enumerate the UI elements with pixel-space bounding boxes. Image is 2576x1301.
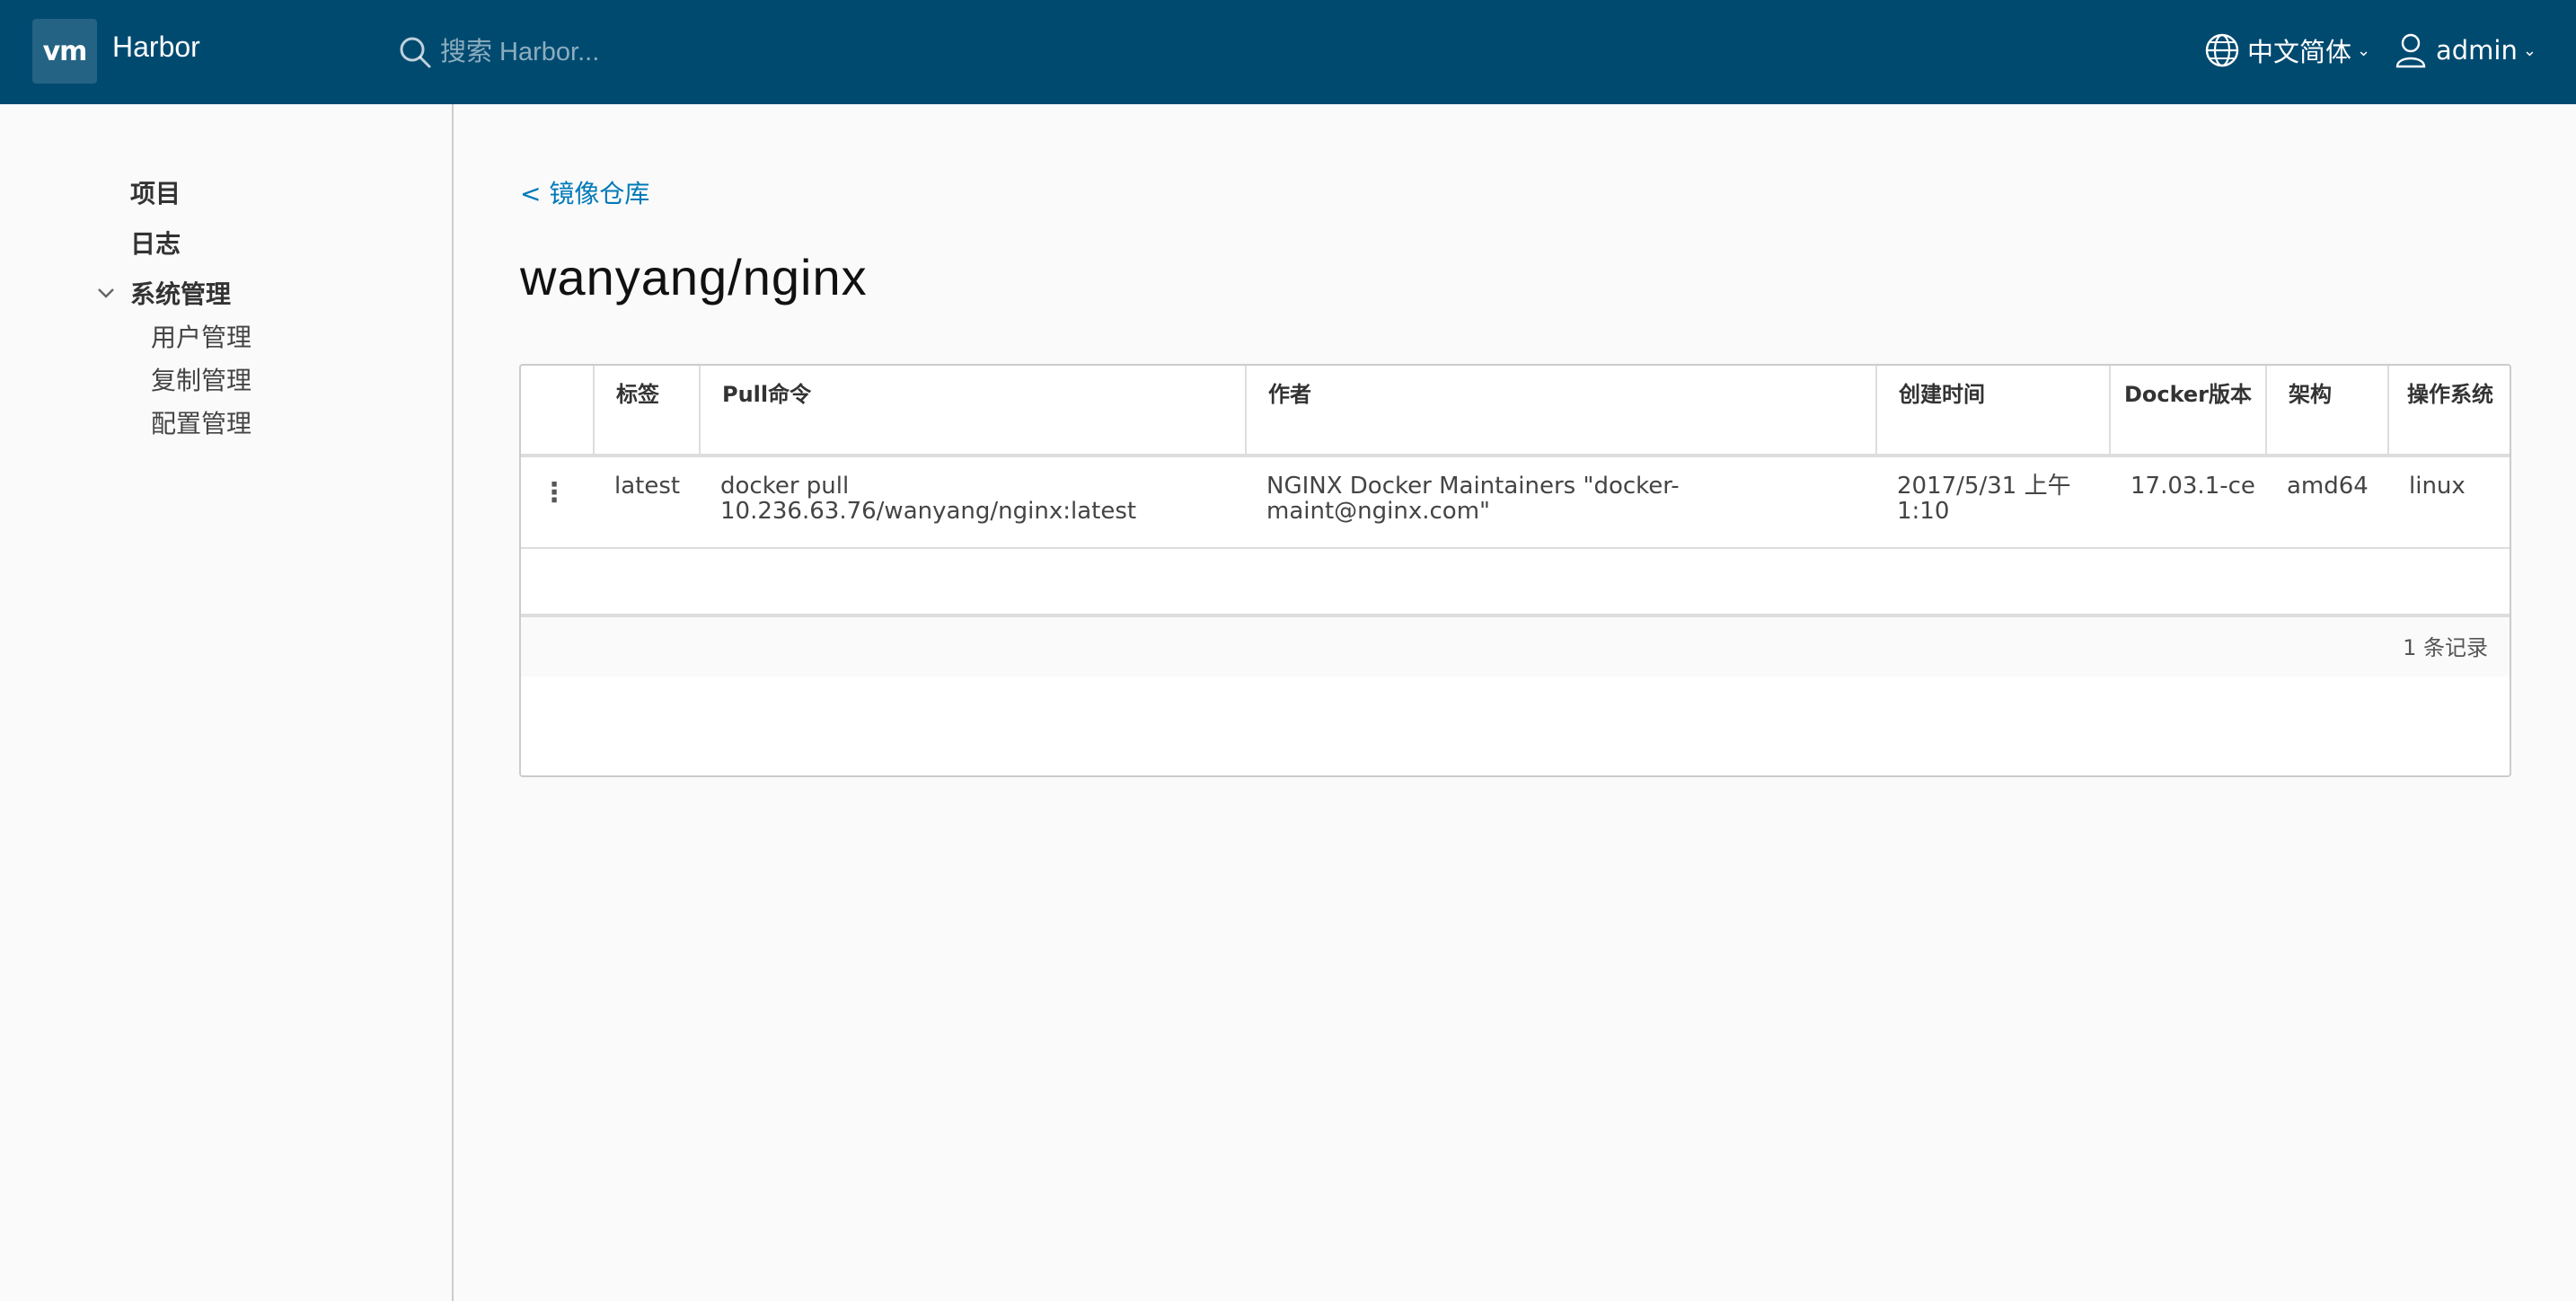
globe-icon (2205, 33, 2239, 67)
search-icon (400, 37, 431, 68)
cell-architecture: amd64 (2287, 473, 2369, 500)
user-icon (2395, 33, 2426, 68)
cell-os: linux (2409, 473, 2466, 500)
column-header-label: Pull命令 (722, 382, 812, 407)
cell-docker-version: 17.03.1-ce (2130, 473, 2255, 500)
column-header-label: 作者 (1268, 382, 1311, 407)
column-header-author[interactable]: 作者 (1245, 366, 1875, 454)
column-header-pull-command[interactable]: Pull命令 (699, 366, 1245, 454)
vmware-logo[interactable]: vm (32, 19, 97, 84)
user-menu[interactable]: admin ⌄ (2395, 31, 2536, 70)
main-content: < 镜像仓库 wanyang/nginx 标签 Pull命令 作者 创建时间 D… (455, 104, 2576, 1301)
column-header-label: 创建时间 (1899, 382, 1985, 407)
sidebar-item-projects[interactable]: 项目 (130, 174, 181, 210)
cell-tag: latest (614, 473, 681, 500)
app-title[interactable]: Harbor (112, 31, 200, 64)
sidebar-item-configuration-management[interactable]: 配置管理 (151, 404, 251, 440)
sidebar-item-system-admin[interactable]: 系统管理 (130, 275, 231, 311)
chevron-down-icon: ⌄ (2522, 40, 2536, 60)
language-label: 中文简体 (2247, 37, 2352, 67)
sidebar: 项目 日志 系统管理 用户管理 复制管理 配置管理 (0, 104, 454, 1301)
chevron-down-icon: ⌄ (2357, 40, 2371, 60)
table-empty-space (521, 549, 2510, 614)
sidebar-item-logs[interactable]: 日志 (130, 225, 181, 261)
column-header-architecture[interactable]: 架构 (2265, 366, 2387, 454)
column-header-created[interactable]: 创建时间 (1875, 366, 2109, 454)
cell-pull-command: docker pull 10.236.63.76/wanyang/nginx:l… (720, 473, 1137, 525)
search-input[interactable] (440, 32, 817, 72)
column-header-docker-version[interactable]: Docker版本 (2109, 366, 2265, 454)
username: admin (2436, 35, 2518, 66)
column-header-label: 架构 (2289, 382, 2332, 407)
table-footer: 1 条记录 (521, 614, 2510, 677)
page-title: wanyang/nginx (520, 249, 868, 305)
column-header-tag[interactable]: 标签 (593, 366, 699, 454)
cell-author: NGINX Docker Maintainers "docker-maint@n… (1266, 473, 1680, 525)
column-header-label: 操作系统 (2407, 382, 2493, 407)
sidebar-item-replication-management[interactable]: 复制管理 (151, 361, 251, 397)
back-to-repositories-link[interactable]: < 镜像仓库 (520, 174, 649, 210)
column-header-label: 标签 (616, 382, 659, 407)
table-row[interactable]: ⋮ latest docker pull 10.236.63.76/wanyan… (521, 457, 2510, 549)
column-header-os[interactable]: 操作系统 (2387, 366, 2511, 454)
more-vertical-icon[interactable]: ⋮ (541, 477, 568, 513)
cell-created: 2017/5/31 上午1:10 (1897, 473, 2071, 525)
column-header-label: Docker版本 (2123, 382, 2253, 407)
tags-table: 标签 Pull命令 作者 创建时间 Docker版本 架构 操作系统 ⋮ lat… (519, 364, 2511, 777)
sidebar-item-user-management[interactable]: 用户管理 (151, 318, 251, 354)
chevron-down-icon[interactable] (93, 282, 119, 304)
language-switcher[interactable]: 中文简体 ⌄ (2204, 31, 2370, 70)
record-count: 1 条记录 (2403, 635, 2488, 660)
top-navbar: vm Harbor 中文简体 ⌄ admin ⌄ (0, 0, 2576, 104)
column-header-actions (521, 366, 593, 454)
